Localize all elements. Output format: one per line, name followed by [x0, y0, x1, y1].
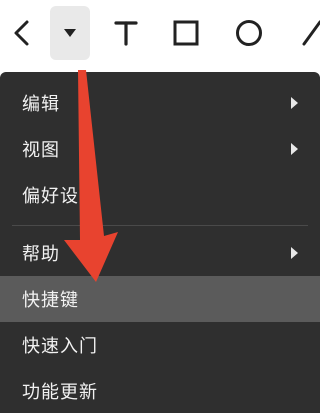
menu-dropdown-button[interactable] — [50, 6, 90, 60]
submenu-arrow-icon — [291, 97, 298, 109]
text-tool-button[interactable] — [104, 6, 148, 60]
menu-divider — [12, 225, 308, 226]
menu-item-preferences[interactable]: 偏好设置 — [0, 172, 320, 218]
caret-down-icon — [64, 29, 76, 37]
dropdown-menu: 编辑 视图 偏好设置 帮助 快捷键 快速入门 功能更新 — [0, 72, 320, 413]
menu-item-quick-start[interactable]: 快速入门 — [0, 322, 320, 368]
menu-item-label: 视图 — [22, 140, 60, 161]
menu-item-label: 快捷键 — [22, 290, 79, 311]
menu-item-help[interactable]: 帮助 — [0, 230, 320, 276]
menu-item-label: 编辑 — [22, 94, 60, 115]
menu-item-label: 偏好设置 — [22, 186, 98, 207]
text-tool-icon — [114, 21, 138, 46]
rectangle-tool-icon — [173, 20, 199, 46]
menu-item-label: 功能更新 — [22, 382, 98, 403]
line-tool-button[interactable] — [284, 6, 320, 60]
toolbar — [0, 0, 320, 66]
menu-item-feature-updates[interactable]: 功能更新 — [0, 368, 320, 413]
rectangle-tool-button[interactable] — [164, 6, 208, 60]
back-button[interactable] — [0, 6, 44, 60]
chevron-left-icon — [14, 20, 29, 46]
submenu-arrow-icon — [291, 143, 298, 155]
menu-item-label: 帮助 — [22, 244, 60, 265]
submenu-arrow-icon — [291, 247, 298, 259]
menu-item-edit[interactable]: 编辑 — [0, 80, 320, 126]
line-tool-icon — [302, 20, 320, 46]
menu-item-shortcuts[interactable]: 快捷键 — [0, 276, 320, 322]
menu-item-label: 快速入门 — [22, 336, 98, 357]
screen: 编辑 视图 偏好设置 帮助 快捷键 快速入门 功能更新 — [0, 0, 320, 413]
circle-tool-button[interactable] — [224, 6, 274, 60]
circle-tool-icon — [236, 20, 262, 46]
menu-item-view[interactable]: 视图 — [0, 126, 320, 172]
